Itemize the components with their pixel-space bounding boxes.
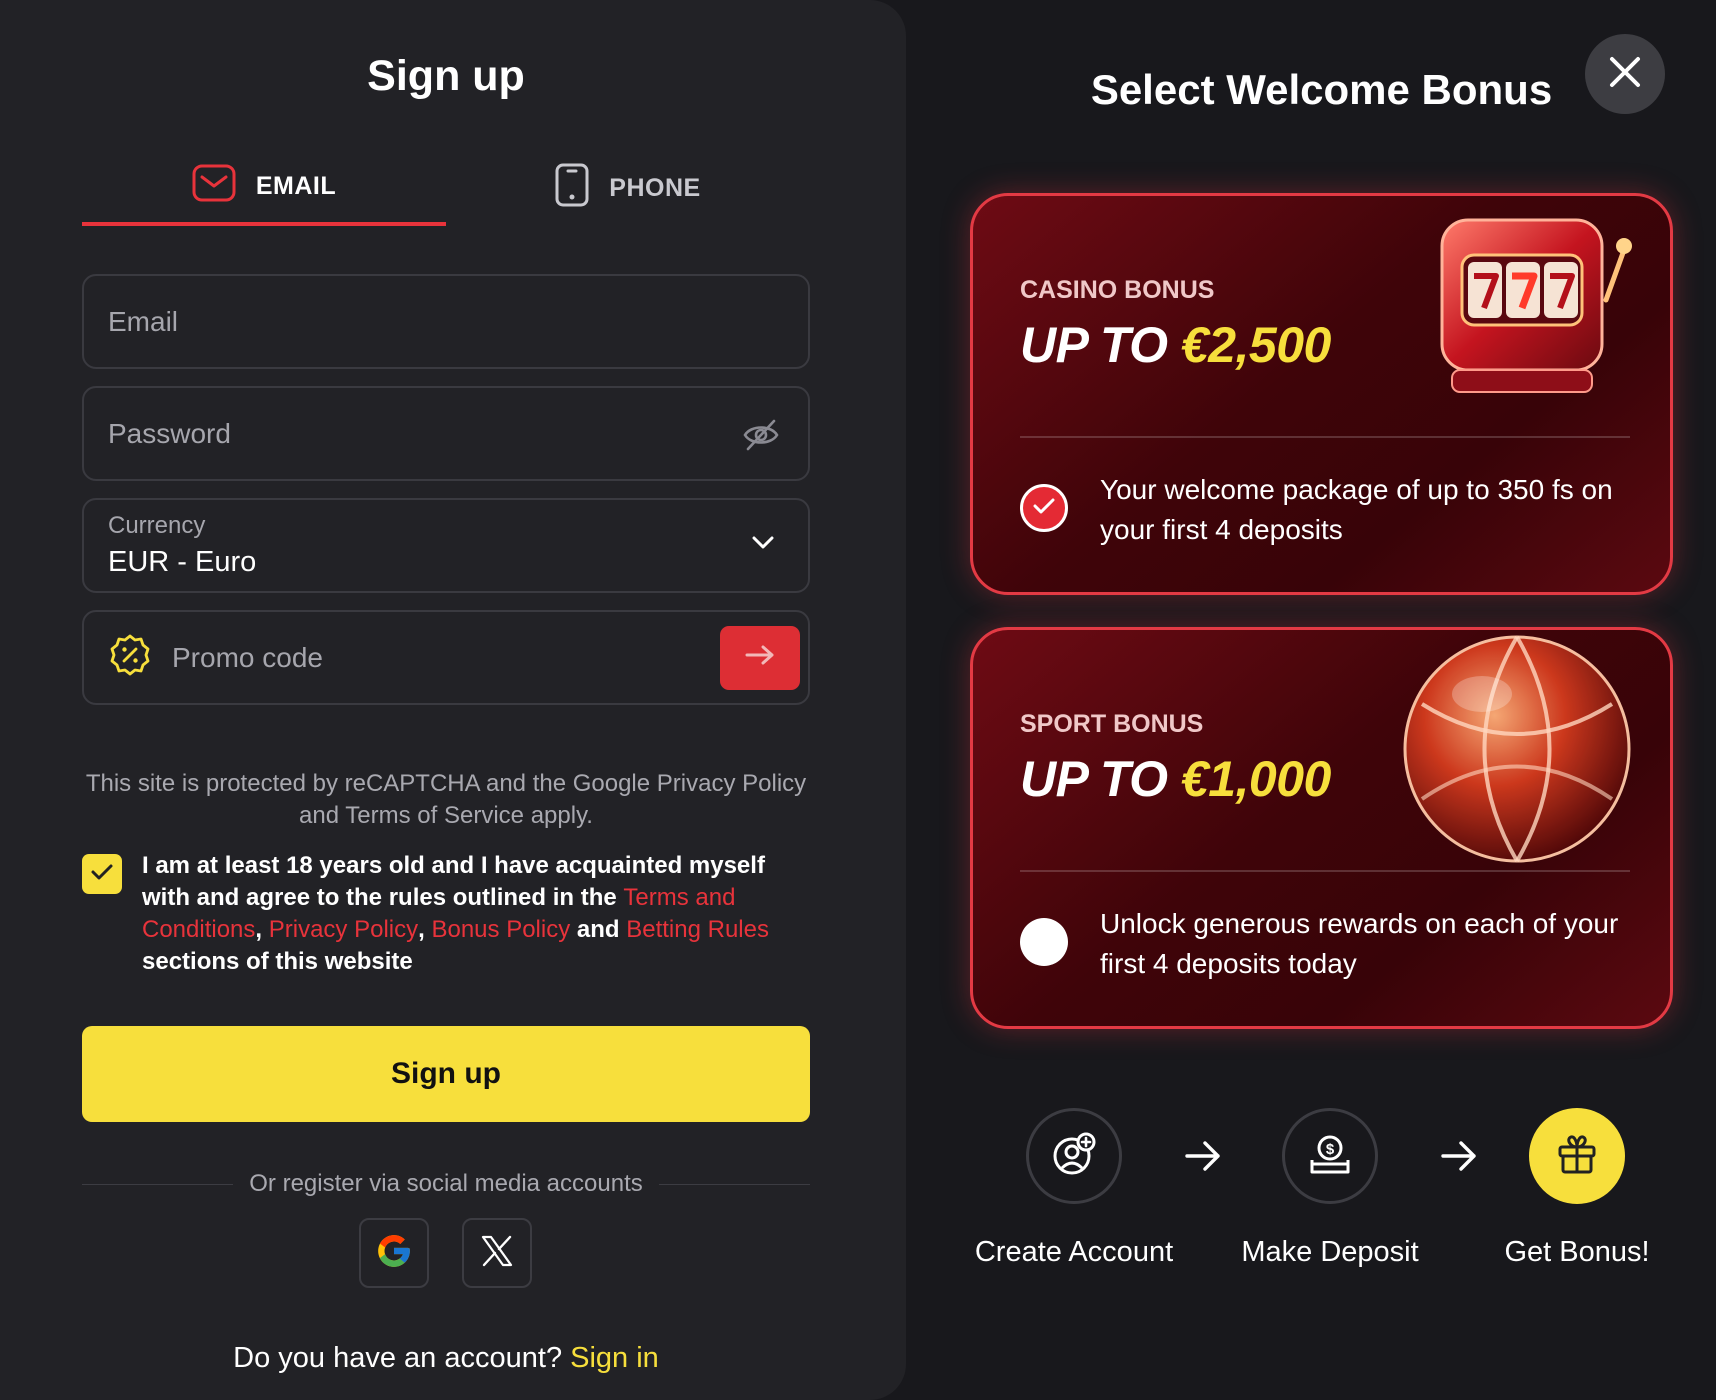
amount-value: €1,000: [1180, 751, 1331, 807]
terms-agreement: I am at least 18 years old and I have ac…: [82, 850, 810, 978]
amount-prefix: UP TO: [1020, 751, 1181, 807]
terms-text: I am at least 18 years old and I have ac…: [142, 850, 810, 978]
card-label: CASINO BONUS: [1020, 276, 1215, 304]
basketball-icon: [1392, 630, 1642, 879]
close-icon: [1608, 55, 1642, 94]
terms-sep: ,: [255, 916, 269, 943]
step-label: Create Account: [974, 1236, 1174, 1268]
signup-panel: Sign up EMAIL PHONE Currency EUR - Euro: [0, 0, 906, 1400]
casino-bonus-card[interactable]: CASINO BONUS UP TO €2,500 Your welcome p…: [970, 193, 1673, 595]
password-field[interactable]: [108, 417, 784, 450]
tab-email[interactable]: EMAIL: [82, 150, 446, 226]
email-field-wrapper: [82, 274, 810, 369]
eye-off-icon[interactable]: [742, 418, 780, 457]
card-label: SPORT BONUS: [1020, 710, 1204, 738]
phone-icon: [555, 163, 589, 214]
sign-in-link[interactable]: Sign in: [570, 1342, 659, 1374]
social-divider-text: Or register via social media accounts: [249, 1170, 643, 1197]
age-terms-checkbox[interactable]: [82, 854, 122, 894]
tab-email-label: EMAIL: [255, 171, 337, 200]
svg-text:$: $: [1326, 1141, 1335, 1158]
sport-bonus-radio[interactable]: [1020, 918, 1068, 966]
google-signin-button[interactable]: [359, 1218, 429, 1288]
recaptcha-notice: This site is protected by reCAPTCHA and …: [85, 770, 807, 829]
arrow-right-icon: [745, 644, 775, 671]
step-make-deposit: $: [1282, 1108, 1378, 1204]
currency-select[interactable]: Currency EUR - Euro: [82, 498, 810, 593]
terms-text-end: sections of this website: [142, 948, 413, 975]
deposit-icon: $: [1306, 1130, 1354, 1183]
promo-code-input[interactable]: [172, 641, 720, 674]
step-label: Get Bonus!: [1504, 1236, 1650, 1268]
card-amount: UP TO €2,500: [1020, 316, 1331, 374]
terms-sep: ,: [418, 916, 432, 943]
google-icon: [375, 1232, 413, 1275]
card-amount: UP TO €1,000: [1020, 750, 1331, 808]
slot-machine-icon: [1412, 196, 1642, 425]
privacy-link[interactable]: Privacy Policy: [269, 916, 418, 943]
x-signin-button[interactable]: [462, 1218, 532, 1288]
envelope-icon: [192, 164, 236, 209]
step-label: Make Deposit: [1241, 1236, 1419, 1268]
checkmark-icon: [90, 863, 114, 886]
divider-line: [658, 1183, 810, 1185]
card-description: Your welcome package of up to 350 fs on …: [1100, 474, 1613, 545]
divider-line: [82, 1183, 234, 1185]
page-title: Sign up: [367, 52, 525, 100]
amount-prefix: UP TO: [1020, 317, 1181, 373]
promo-apply-button[interactable]: [720, 625, 800, 690]
arrow-right-icon: [1440, 1138, 1478, 1179]
password-field-wrapper: [82, 386, 810, 481]
step-get-bonus: [1529, 1108, 1625, 1204]
x-logo-icon: [480, 1234, 514, 1273]
promo-field-wrapper: [82, 610, 810, 705]
bonus-title: Select Welcome Bonus: [1090, 66, 1553, 113]
have-account-text: Do you have an account? Sign in: [0, 1342, 892, 1375]
have-account-label: Do you have an account?: [233, 1342, 571, 1374]
currency-label: Currency: [108, 512, 206, 539]
checkmark-icon: [1032, 497, 1056, 520]
promo-badge-icon: [108, 633, 152, 682]
create-account-icon: [1050, 1130, 1098, 1183]
social-divider: Or register via social media accounts: [82, 1170, 810, 1198]
tab-phone-label: PHONE: [609, 173, 701, 202]
close-button[interactable]: [1585, 34, 1665, 114]
card-divider: [1020, 436, 1630, 438]
terms-sep: and: [570, 916, 627, 943]
tab-phone[interactable]: PHONE: [446, 150, 810, 226]
chevron-down-icon: [752, 536, 774, 555]
arrow-right-icon: [1184, 1138, 1222, 1179]
card-description: Unlock generous rewards on each of your …: [1100, 908, 1619, 979]
bonus-policy-link[interactable]: Bonus Policy: [431, 916, 570, 943]
casino-bonus-radio[interactable]: [1020, 484, 1068, 532]
signup-button[interactable]: Sign up: [82, 1026, 810, 1122]
sport-bonus-card[interactable]: SPORT BONUS UP TO €1,000 Unlock generous…: [970, 627, 1673, 1029]
betting-rules-link[interactable]: Betting Rules: [626, 916, 769, 943]
step-create-account: [1026, 1108, 1122, 1204]
gift-icon: [1554, 1131, 1600, 1182]
amount-value: €2,500: [1180, 317, 1331, 373]
email-field[interactable]: [108, 305, 784, 338]
currency-value: EUR - Euro: [108, 546, 257, 578]
card-divider: [1020, 870, 1630, 872]
